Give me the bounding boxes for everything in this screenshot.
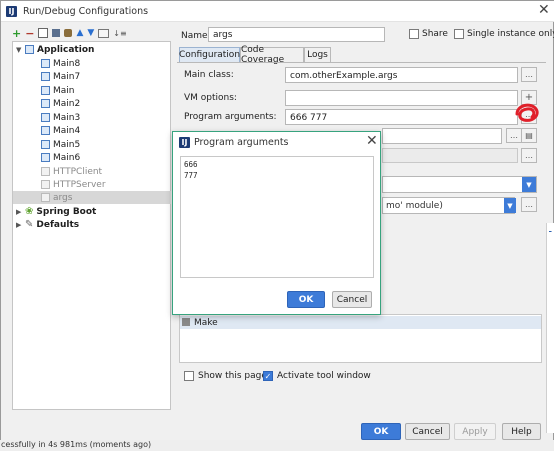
background-editor-strip [546, 223, 554, 433]
title-bar: IJ Run/Debug Configurations ✕ [1, 1, 554, 22]
before-launch-item-label: Make [194, 318, 218, 328]
program-arguments-dialog: IJ Program arguments ✕ 666 777 OK Cancel [172, 131, 381, 315]
browse-main-class-button[interactable]: … [521, 67, 537, 82]
make-icon [182, 318, 190, 326]
status-bar: cessfully in 4s 981ms (moments ago) [0, 440, 554, 451]
jre-select[interactable]: mo' module) [382, 197, 515, 214]
intellij-app-icon: IJ [6, 6, 17, 17]
save-icon[interactable] [52, 29, 61, 37]
tab-divider [177, 62, 546, 63]
before-launch-list: Make [179, 314, 542, 363]
window-title: Run/Debug Configurations [23, 6, 149, 17]
tree-item[interactable]: Main6 [13, 151, 171, 164]
run-config-icon [41, 86, 50, 95]
vm-options-label: VM options: [184, 93, 237, 103]
run-config-icon [41, 153, 50, 162]
add-icon[interactable]: + [12, 27, 21, 40]
tree-item[interactable]: Main7 [13, 70, 171, 83]
cancel-button[interactable]: Cancel [405, 423, 450, 440]
before-launch-item[interactable] [180, 316, 541, 329]
wrench-icon: ✎ [25, 219, 34, 230]
intellij-app-icon: IJ [179, 137, 190, 148]
chevron-down-icon[interactable]: ▼ [504, 198, 516, 213]
tree-item[interactable]: Main5 [13, 138, 171, 151]
run-config-icon [41, 99, 50, 108]
run-config-icon [41, 140, 50, 149]
temporary-config-icon [41, 180, 50, 189]
move-up-icon[interactable]: ▲ [76, 28, 83, 38]
copy-icon[interactable] [38, 28, 49, 38]
share-checkbox[interactable] [409, 29, 419, 39]
move-down-icon[interactable]: ▼ [87, 28, 94, 38]
run-config-icon [41, 113, 50, 122]
tab-configuration[interactable]: Configuration [179, 47, 240, 62]
tree-toolbar: + − ▲ ▼ ↓≡ [12, 27, 162, 40]
single-instance-checkbox[interactable] [454, 29, 464, 39]
chevron-down-icon[interactable]: ▼ [522, 177, 536, 192]
insert-macro-button[interactable]: ▤ [521, 128, 537, 143]
working-directory-input[interactable] [382, 128, 502, 144]
run-config-icon [41, 59, 50, 68]
show-this-page-label: Show this page [198, 371, 267, 381]
share-label: Share [422, 29, 448, 39]
close-icon[interactable]: ✕ [366, 133, 378, 149]
main-class-input[interactable]: com.otherExample.args [285, 67, 518, 83]
program-arguments-label: Program arguments: [184, 112, 277, 122]
tab-code-coverage[interactable]: Code Coverage [240, 45, 304, 65]
dialog-ok-button[interactable]: OK [287, 291, 325, 308]
environment-variables-button[interactable]: … [521, 148, 537, 163]
tree-node-defaults[interactable]: ▶ ✎ Defaults [13, 218, 171, 231]
tree-item[interactable]: Main2 [13, 97, 171, 110]
collapse-icon[interactable]: ▶ [16, 221, 25, 229]
tree-node-application[interactable]: ▼ Application [13, 43, 171, 56]
temporary-config-icon [41, 193, 50, 202]
tree-item-selected[interactable]: args [13, 191, 171, 204]
spring-boot-icon: ❀ [25, 206, 34, 217]
help-button[interactable]: Help [502, 423, 541, 440]
main-class-label: Main class: [184, 70, 234, 80]
show-this-page-checkbox[interactable] [184, 371, 194, 381]
close-icon[interactable]: ✕ [538, 2, 550, 18]
dialog-title: Program arguments [194, 137, 289, 148]
classpath-module-select[interactable] [382, 176, 537, 193]
temporary-config-icon [41, 167, 50, 176]
tree-item[interactable]: HTTPClient [13, 165, 171, 178]
program-arguments-textarea[interactable]: 666 777 [180, 156, 374, 278]
activate-tool-window-checkbox[interactable]: ✓ [263, 371, 273, 381]
red-scribble-annotation [515, 103, 539, 122]
name-label: Name: [181, 31, 211, 41]
run-config-icon [41, 72, 50, 81]
name-input[interactable]: args [208, 27, 385, 42]
tab-logs[interactable]: Logs [304, 47, 331, 62]
tree-item[interactable]: Main8 [13, 57, 171, 70]
dialog-cancel-button[interactable]: Cancel [332, 291, 372, 308]
tree-node-spring-boot[interactable]: ▶ ❀ Spring Boot [13, 205, 171, 218]
remove-icon[interactable]: − [25, 27, 34, 40]
run-config-icon [41, 126, 50, 135]
browse-jre-button[interactable]: … [521, 197, 537, 212]
activate-tool-window-label: Activate tool window [277, 371, 371, 381]
apply-button[interactable]: Apply [454, 423, 496, 440]
single-instance-label: Single instance only [467, 29, 554, 39]
tree-item[interactable]: HTTPServer [13, 178, 171, 191]
collapse-icon[interactable]: ▶ [16, 208, 25, 216]
sort-icon[interactable]: ↓≡ [113, 29, 126, 38]
program-arguments-input[interactable]: 666 777 [285, 109, 518, 125]
macros-button[interactable]: … [506, 128, 522, 143]
ok-button[interactable]: OK [361, 423, 401, 440]
expand-icon[interactable]: ▼ [16, 46, 25, 54]
edit-defaults-icon[interactable] [64, 29, 73, 37]
vm-options-input[interactable] [285, 90, 518, 106]
configurations-tree: ▼ Application Main8 Main7 Main Main2 Mai… [12, 41, 171, 410]
environment-variables-input [382, 148, 518, 163]
folder-icon[interactable] [98, 28, 110, 38]
tree-item[interactable]: Main3 [13, 111, 171, 124]
application-icon [25, 45, 34, 54]
tree-item[interactable]: Main [13, 84, 171, 97]
tree-item[interactable]: Main4 [13, 124, 171, 137]
